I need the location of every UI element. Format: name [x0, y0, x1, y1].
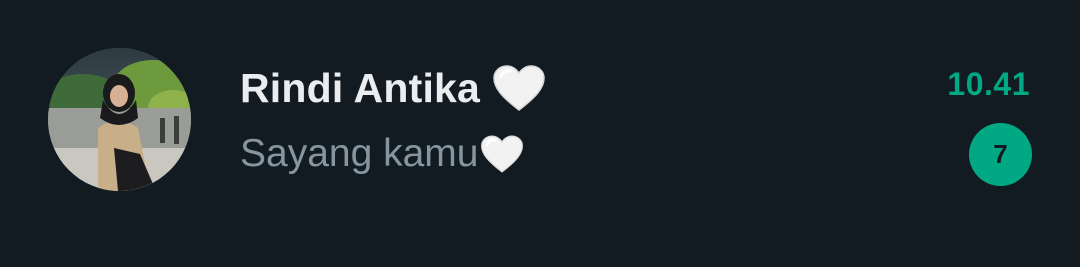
contact-avatar[interactable] — [48, 48, 191, 191]
unread-count-badge: 7 — [969, 123, 1032, 186]
avatar-photo — [48, 48, 191, 191]
chat-list-item[interactable]: Rindi Antika Sayang kamu 10.41 7 — [0, 0, 1080, 267]
white-heart-icon — [480, 134, 524, 174]
white-heart-icon — [492, 64, 546, 112]
message-time: 10.41 — [947, 66, 1030, 102]
last-message: Sayang kamu — [240, 132, 479, 175]
last-message-line: Sayang kamu — [240, 128, 524, 180]
contact-name-line[interactable]: Rindi Antika — [240, 60, 546, 116]
contact-name: Rindi Antika — [240, 64, 481, 111]
